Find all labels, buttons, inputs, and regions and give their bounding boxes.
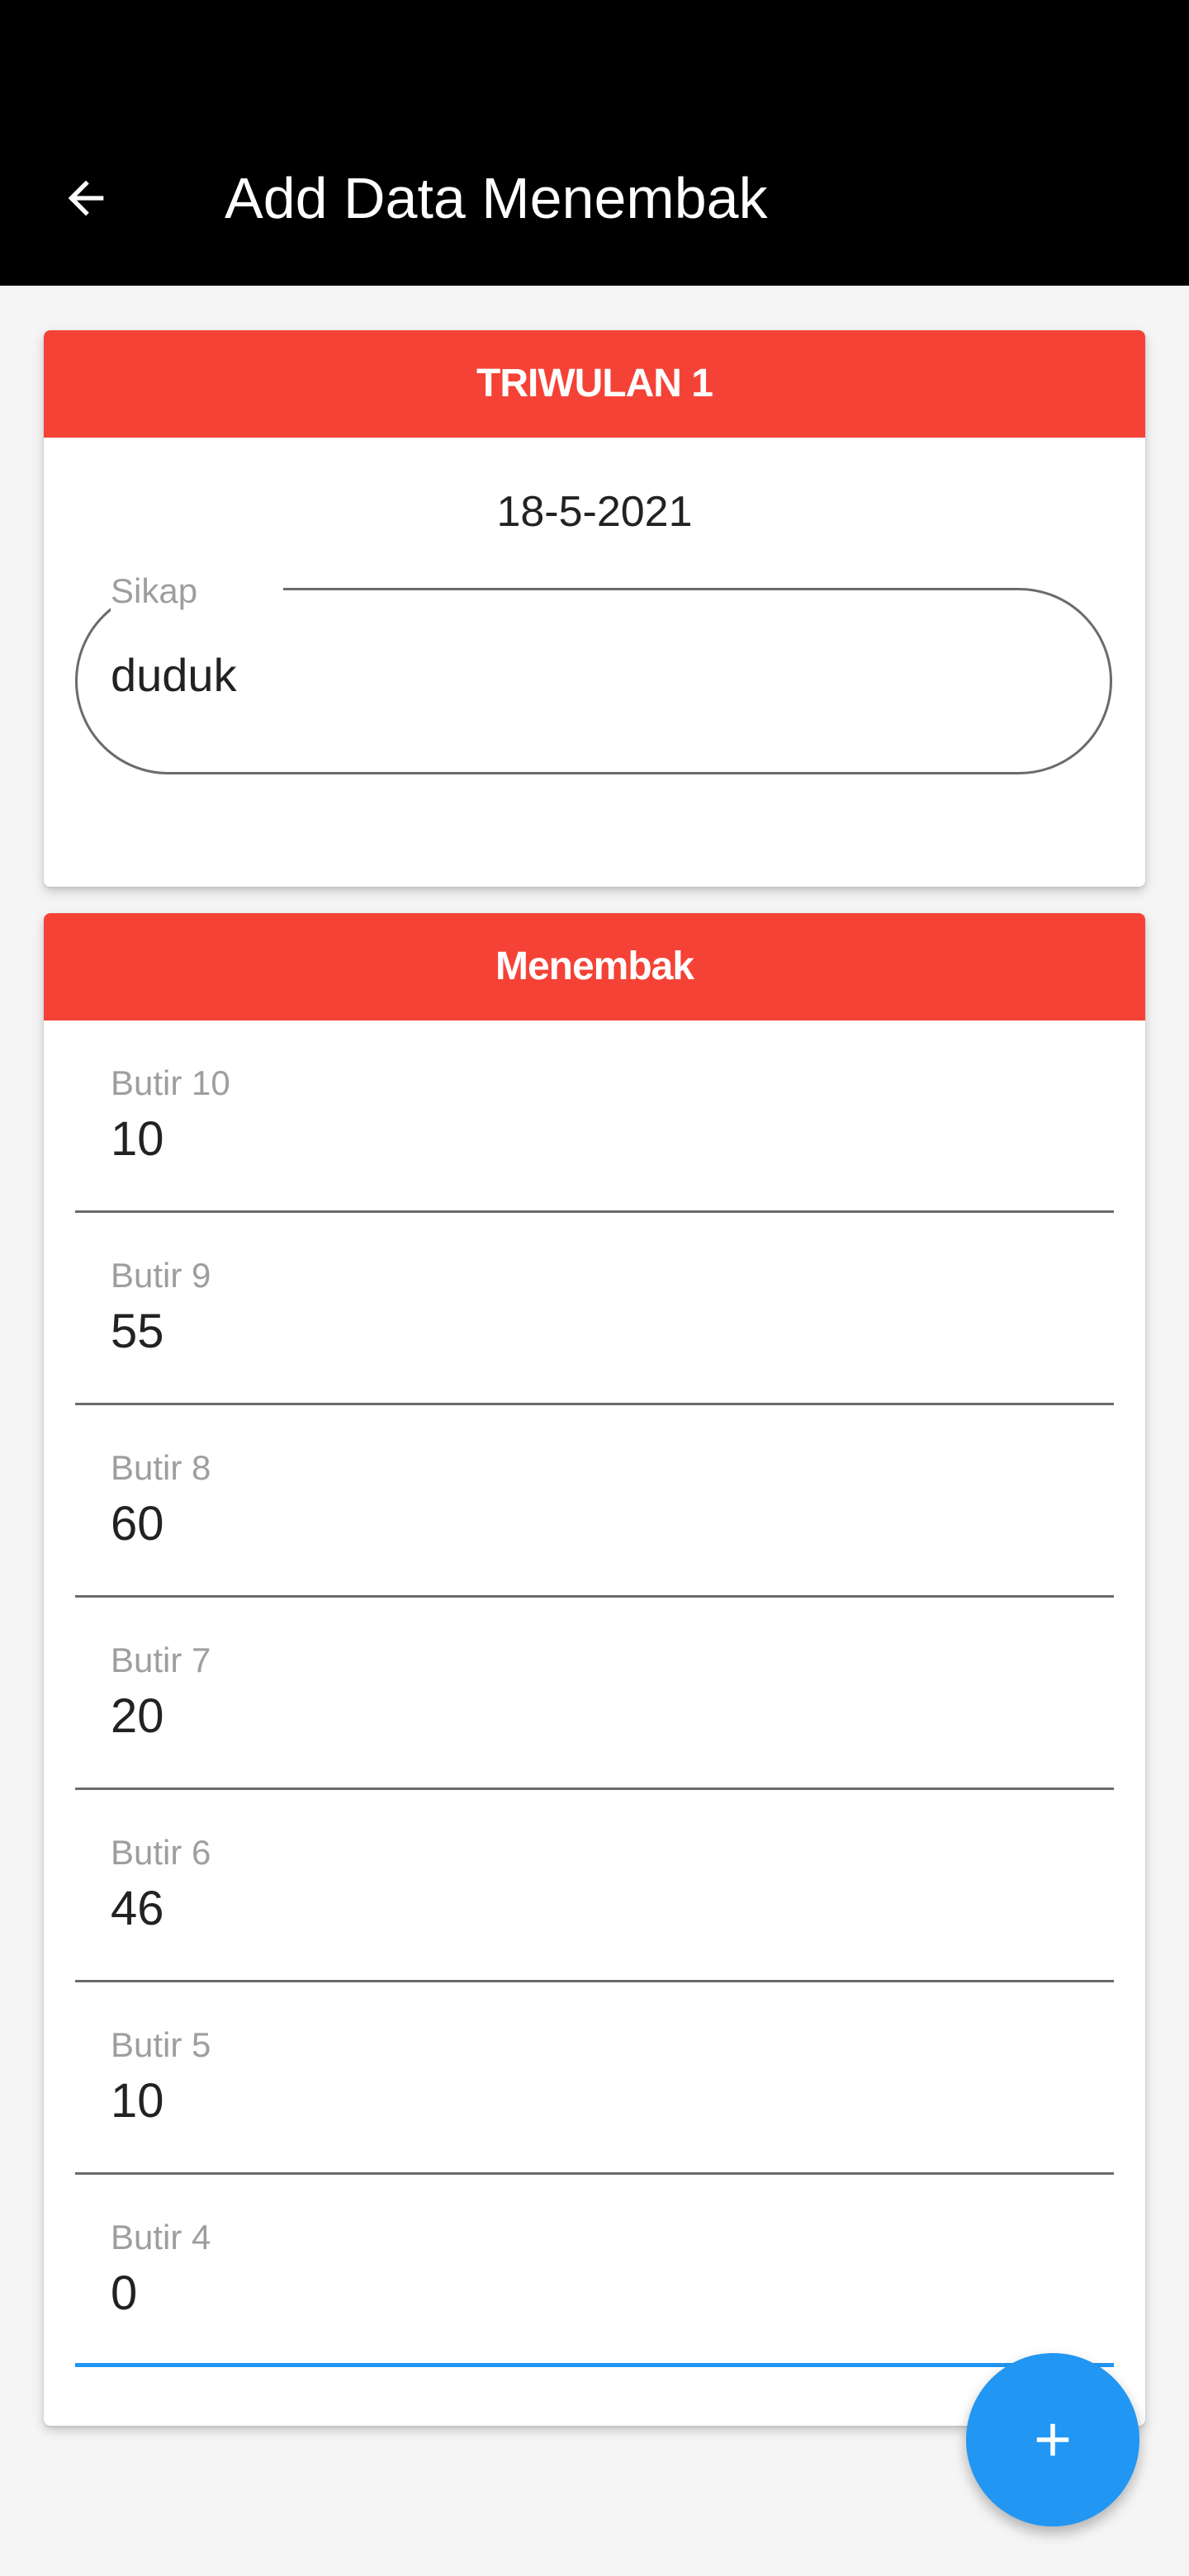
sikap-value[interactable]: duduk xyxy=(111,648,237,702)
back-button[interactable] xyxy=(51,163,121,233)
field-label: Butir 8 xyxy=(111,1448,211,1487)
butir-5-field[interactable]: Butir 5 10 xyxy=(44,1982,1145,2175)
plus-icon xyxy=(1036,2423,1069,2456)
field-label: Butir 7 xyxy=(111,1641,211,1679)
triwulan-card-header: TRIWULAN 1 xyxy=(44,330,1145,438)
page-title: Add Data Menembak xyxy=(225,166,768,230)
butir-4-field[interactable]: Butir 4 0 xyxy=(44,2175,1145,2367)
butir-8-field[interactable]: Butir 8 60 xyxy=(44,1405,1145,1598)
triwulan-card: TRIWULAN 1 18-5-2021 Sikap duduk xyxy=(44,330,1145,887)
field-label: Butir 10 xyxy=(111,1063,230,1102)
butir-6-field[interactable]: Butir 6 46 xyxy=(44,1790,1145,1982)
field-value[interactable]: 60 xyxy=(111,1496,164,1551)
menembak-card-header: Menembak xyxy=(44,913,1145,1020)
field-underline-focused xyxy=(75,2363,1114,2367)
field-value[interactable]: 46 xyxy=(111,1881,164,1936)
field-label: Butir 9 xyxy=(111,1256,211,1295)
date-text[interactable]: 18-5-2021 xyxy=(44,487,1145,537)
field-value[interactable]: 55 xyxy=(111,1304,164,1359)
butir-field-list: Butir 10 10 Butir 9 55 Butir 8 60 Butir … xyxy=(44,1020,1145,2367)
sikap-label: Sikap xyxy=(111,571,198,611)
field-label: Butir 4 xyxy=(111,2218,211,2256)
field-value[interactable]: 10 xyxy=(111,2073,164,2129)
field-label: Butir 5 xyxy=(111,2025,211,2064)
app-bar: Add Data Menembak xyxy=(0,0,1189,286)
butir-7-field[interactable]: Butir 7 20 xyxy=(44,1598,1145,1790)
field-value[interactable]: 10 xyxy=(111,1111,164,1167)
arrow-back-icon xyxy=(68,180,104,216)
butir-10-field[interactable]: Butir 10 10 xyxy=(44,1020,1145,1213)
field-value[interactable]: 20 xyxy=(111,1688,164,1744)
butir-9-field[interactable]: Butir 9 55 xyxy=(44,1213,1145,1405)
field-label: Butir 6 xyxy=(111,1833,211,1872)
field-value[interactable]: 0 xyxy=(111,2266,137,2321)
add-fab-button[interactable] xyxy=(966,2353,1139,2526)
menembak-card: Menembak Butir 10 10 Butir 9 55 Butir 8 … xyxy=(44,913,1145,2426)
